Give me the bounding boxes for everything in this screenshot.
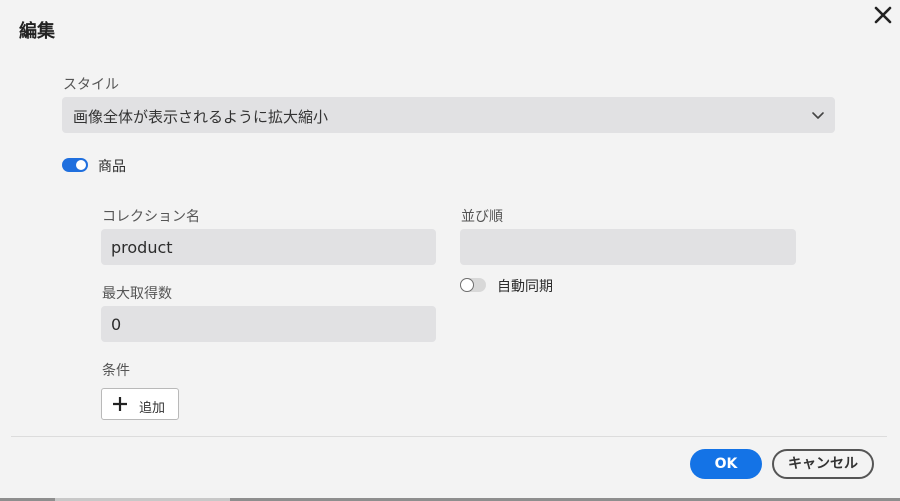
collection-name-label: コレクション名 [102, 209, 200, 225]
cancel-button[interactable]: キャンセル [772, 449, 874, 479]
style-select-value: 画像全体が表示されるように拡大縮小 [73, 108, 329, 126]
add-condition-label: 追加 [139, 401, 166, 416]
dialog-title: 編集 [19, 21, 55, 42]
toggle-knob [460, 278, 474, 292]
auto-sync-label: 自動同期 [497, 279, 553, 295]
product-toggle-label: 商品 [98, 159, 126, 175]
chevron-down-icon [812, 112, 824, 119]
product-toggle[interactable] [62, 158, 88, 172]
sort-order-input[interactable] [460, 229, 796, 265]
auto-sync-toggle[interactable] [460, 278, 486, 292]
close-button[interactable] [871, 3, 895, 27]
close-icon [874, 6, 892, 24]
edit-dialog: 編集 スタイル 画像全体が表示されるように拡大縮小 商品 コレクション名 並び順… [0, 0, 900, 501]
toggle-knob [76, 160, 86, 170]
style-select[interactable]: 画像全体が表示されるように拡大縮小 [62, 97, 835, 133]
conditions-label: 条件 [102, 363, 130, 379]
sort-order-label: 並び順 [461, 209, 503, 225]
style-label: スタイル [63, 77, 119, 93]
collection-name-input[interactable] [101, 229, 436, 265]
add-condition-button[interactable]: 追加 [101, 388, 179, 420]
max-fetch-label: 最大取得数 [102, 286, 172, 302]
max-fetch-input[interactable] [101, 306, 436, 342]
footer-divider [11, 436, 887, 437]
ok-button[interactable]: OK [690, 449, 762, 479]
plus-icon [113, 397, 127, 411]
